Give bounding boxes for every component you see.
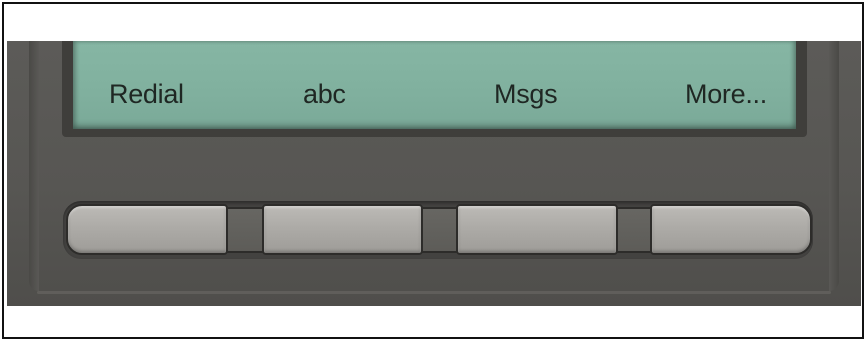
softkey-divider <box>617 207 653 253</box>
softkey-label-more: More... <box>685 79 767 109</box>
softkey-button-more[interactable] <box>650 204 812 255</box>
softkey-button-abc[interactable] <box>262 204 423 255</box>
faceplate-left-edge <box>29 41 39 291</box>
faceplate-ledge <box>37 291 831 294</box>
softkey-label-redial: Redial <box>109 79 184 109</box>
softkey-button-msgs[interactable] <box>456 204 618 255</box>
lcd-display: Redial abc Msgs More... <box>73 41 796 129</box>
phone-faceplate: Redial abc Msgs More... <box>7 41 861 306</box>
softkey-divider <box>422 207 458 253</box>
softkey-button-redial[interactable] <box>66 204 228 255</box>
softkey-label-msgs: Msgs <box>494 79 558 109</box>
faceplate-right-edge <box>829 41 839 291</box>
screenshot-frame: Redial abc Msgs More... <box>2 2 864 339</box>
softkey-label-abc: abc <box>303 79 346 109</box>
softkey-divider <box>227 207 263 253</box>
